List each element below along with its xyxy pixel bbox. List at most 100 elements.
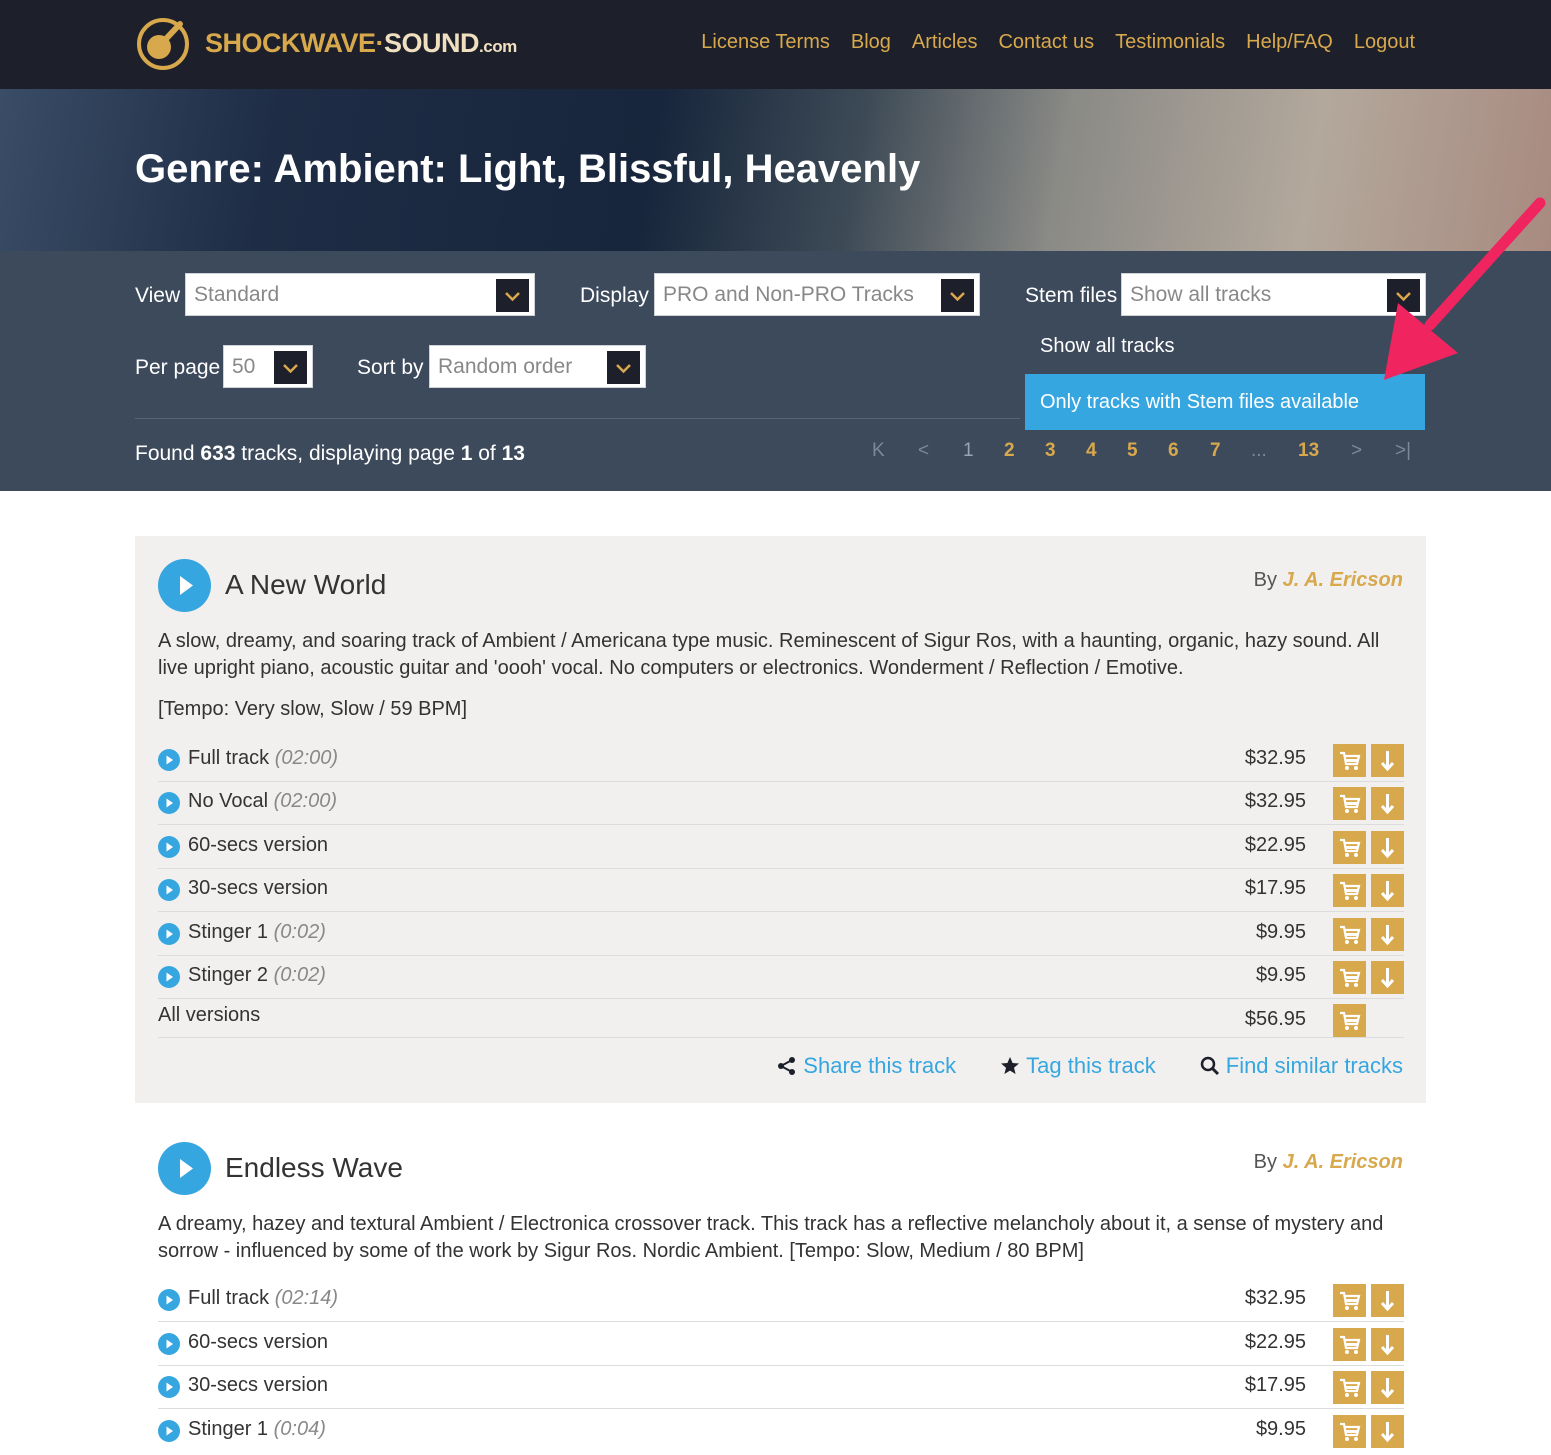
play-icon[interactable] xyxy=(158,1333,180,1355)
display-select-value: PRO and Non-PRO Tracks xyxy=(663,283,914,306)
cart-icon xyxy=(1340,794,1361,813)
add-to-cart-button[interactable] xyxy=(1333,961,1366,994)
download-icon xyxy=(1380,838,1395,859)
nav-blog[interactable]: Blog xyxy=(851,31,891,54)
add-to-cart-button[interactable] xyxy=(1333,918,1366,951)
results-text: Found xyxy=(135,442,201,465)
add-to-cart-button[interactable] xyxy=(1333,831,1366,864)
page-link-current: 1 xyxy=(963,440,974,461)
play-icon[interactable] xyxy=(158,792,180,814)
play-icon[interactable] xyxy=(158,1420,180,1442)
share-track-link[interactable]: Share this track xyxy=(777,1053,956,1079)
genre-banner: Genre: Ambient: Light, Blissful, Heavenl… xyxy=(0,89,1551,251)
sort-by-select[interactable]: Random order xyxy=(429,345,646,388)
results-text: of xyxy=(472,442,502,465)
site-logo[interactable]: SHOCKWAVE·SOUND.com xyxy=(134,14,517,72)
nav-contact-us[interactable]: Contact us xyxy=(998,31,1094,54)
nav-license-terms[interactable]: License Terms xyxy=(701,31,830,54)
view-select[interactable]: Standard xyxy=(185,273,535,316)
download-button[interactable] xyxy=(1371,1328,1404,1361)
play-icon[interactable] xyxy=(158,966,180,988)
track-card: A New World By J. A. Ericson A slow, dre… xyxy=(135,536,1426,1103)
by-label: By xyxy=(1253,1151,1283,1173)
add-to-cart-button[interactable] xyxy=(1333,744,1366,777)
stem-files-select[interactable]: Show all tracks xyxy=(1121,273,1426,316)
per-page-select-value: 50 xyxy=(232,355,256,378)
download-button[interactable] xyxy=(1371,1415,1404,1448)
play-icon[interactable] xyxy=(158,1289,180,1311)
page-link[interactable]: 7 xyxy=(1210,440,1221,462)
first-page-icon[interactable]: K xyxy=(872,440,885,462)
chevron-down-icon xyxy=(607,351,640,384)
add-to-cart-button[interactable] xyxy=(1333,1328,1366,1361)
add-to-cart-button[interactable] xyxy=(1333,1415,1366,1448)
nav-testimonials[interactable]: Testimonials xyxy=(1115,31,1225,54)
chevron-down-icon xyxy=(1387,279,1420,312)
version-price: $22.95 xyxy=(1244,834,1306,856)
track-author: By J. A. Ericson xyxy=(1254,569,1403,592)
page-link[interactable]: 3 xyxy=(1045,440,1056,462)
download-button[interactable] xyxy=(1371,1284,1404,1317)
prev-page-icon[interactable]: < xyxy=(918,440,929,462)
last-page-icon[interactable]: >| xyxy=(1395,440,1411,462)
download-button[interactable] xyxy=(1371,744,1404,777)
track-title[interactable]: A New World xyxy=(225,569,386,601)
sort-by-select-value: Random order xyxy=(438,355,573,378)
page-link[interactable]: 4 xyxy=(1086,440,1097,462)
logo-icon xyxy=(137,18,189,70)
download-button[interactable] xyxy=(1371,874,1404,907)
play-icon[interactable] xyxy=(158,879,180,901)
download-button[interactable] xyxy=(1371,961,1404,994)
play-icon[interactable] xyxy=(158,1376,180,1398)
page-link[interactable]: 6 xyxy=(1168,440,1179,462)
results-count: 633 xyxy=(200,442,236,465)
add-to-cart-button[interactable] xyxy=(1333,874,1366,907)
page-link-last[interactable]: 13 xyxy=(1298,440,1319,462)
all-versions-label: All versions xyxy=(158,1004,261,1026)
stem-option-all[interactable]: Show all tracks xyxy=(1025,318,1425,374)
add-to-cart-button[interactable] xyxy=(1333,1371,1366,1404)
download-button[interactable] xyxy=(1371,831,1404,864)
display-select[interactable]: PRO and Non-PRO Tracks xyxy=(654,273,980,316)
author-link[interactable]: J. A. Ericson xyxy=(1283,569,1403,591)
download-icon xyxy=(1380,1378,1395,1399)
cart-icon xyxy=(1340,1378,1361,1397)
page-title: Genre: Ambient: Light, Blissful, Heavenl… xyxy=(135,147,921,191)
find-similar-link[interactable]: Find similar tracks xyxy=(1200,1053,1403,1079)
play-icon[interactable] xyxy=(158,836,180,858)
next-page-icon[interactable]: > xyxy=(1351,440,1362,462)
download-button[interactable] xyxy=(1371,1371,1404,1404)
nav-help-faq[interactable]: Help/FAQ xyxy=(1246,31,1333,54)
download-icon xyxy=(1380,794,1395,815)
version-name: Full track (02:00) xyxy=(188,747,339,769)
track-title[interactable]: Endless Wave xyxy=(225,1152,403,1184)
version-price: $32.95 xyxy=(1244,790,1306,812)
nav-logout[interactable]: Logout xyxy=(1354,31,1415,54)
version-price: $17.95 xyxy=(1244,877,1306,899)
stem-option-only-stems[interactable]: Only tracks with Stem files available xyxy=(1025,374,1425,430)
per-page-select[interactable]: 50 xyxy=(223,345,313,388)
sort-by-label: Sort by xyxy=(357,356,424,379)
download-button[interactable] xyxy=(1371,918,1404,951)
play-icon[interactable] xyxy=(158,749,180,771)
tag-track-link[interactable]: Tag this track xyxy=(1000,1053,1156,1079)
all-versions-row: All versions $56.95 xyxy=(158,998,1404,1038)
play-icon[interactable] xyxy=(158,923,180,945)
nav-articles[interactable]: Articles xyxy=(912,31,978,54)
play-icon[interactable] xyxy=(158,559,211,612)
all-versions-price: $56.95 xyxy=(1244,1008,1306,1030)
page-link[interactable]: 2 xyxy=(1004,440,1015,462)
download-button[interactable] xyxy=(1371,787,1404,820)
display-label: Display xyxy=(580,284,649,307)
download-icon xyxy=(1380,968,1395,989)
download-icon xyxy=(1380,1335,1395,1356)
version-price: $17.95 xyxy=(1244,1374,1306,1396)
share-icon xyxy=(778,1057,796,1075)
add-all-to-cart-button[interactable] xyxy=(1333,1004,1366,1037)
add-to-cart-button[interactable] xyxy=(1333,1284,1366,1317)
add-to-cart-button[interactable] xyxy=(1333,787,1366,820)
author-link[interactable]: J. A. Ericson xyxy=(1283,1151,1403,1173)
current-page-number: 1 xyxy=(460,442,473,465)
play-icon[interactable] xyxy=(158,1142,211,1195)
page-link[interactable]: 5 xyxy=(1127,440,1138,462)
